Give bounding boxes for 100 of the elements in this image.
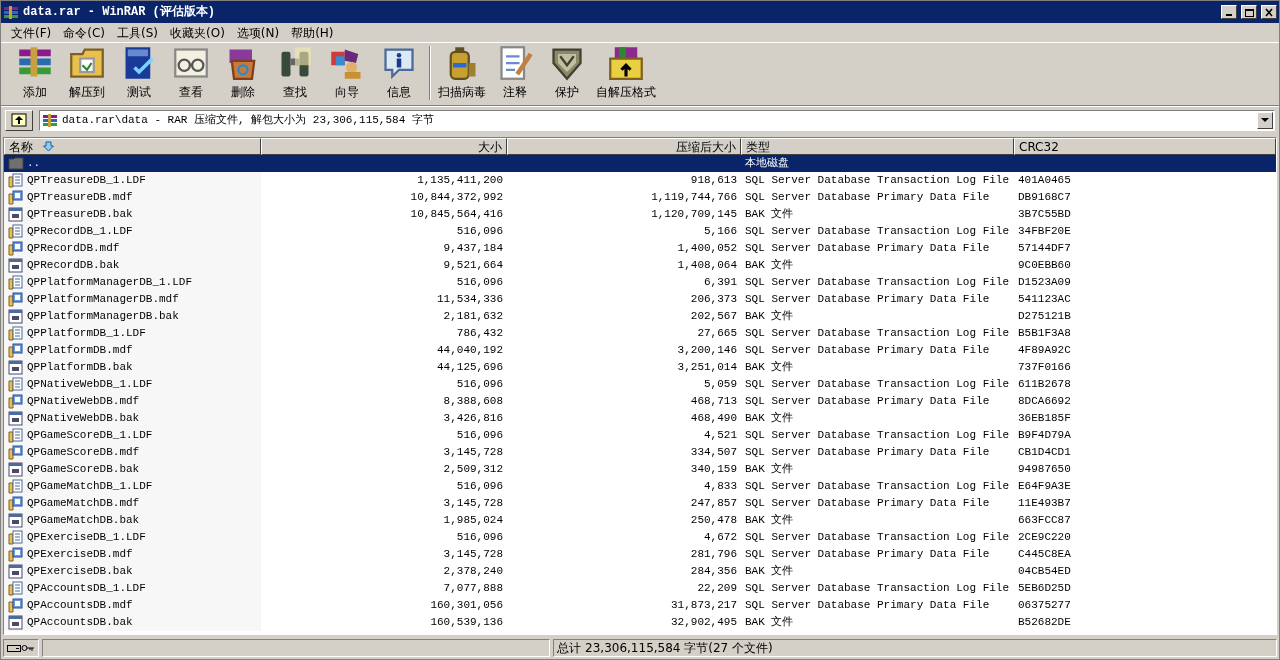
file-row[interactable]: QPAccountsDB.mdf 160,301,056 31,873,217 SQL Server Database Primary Data File 06375277 <box>4 597 1276 614</box>
file-icon <box>8 275 24 290</box>
crc-value: E64F9A3E <box>1018 479 1071 495</box>
file-row[interactable]: .. 本地磁盘 <box>4 155 1276 172</box>
size-value: 3,145,728 <box>443 496 503 512</box>
menu-item[interactable]: 帮助(H) <box>285 23 340 42</box>
file-row[interactable]: QPGameScoreDB_1.LDF 516,096 4,521 SQL Server Database Transaction Log File B9F4D79A <box>4 427 1276 444</box>
toolbar-button[interactable]: 向导 <box>321 45 373 101</box>
box-icon <box>608 45 644 81</box>
toolbar-button[interactable]: 删除 <box>217 45 269 101</box>
file-type: BAK 文件 <box>745 615 794 631</box>
toolbar-button[interactable]: 自解压格式 <box>593 45 659 101</box>
file-row[interactable]: QPGameMatchDB_1.LDF 516,096 4,833 SQL Server Database Transaction Log File E64F9A3E <box>4 478 1276 495</box>
menu-item[interactable]: 收藏夹(O) <box>164 23 231 42</box>
toolbar-button[interactable]: 添加 <box>9 45 61 101</box>
file-row[interactable]: QPExerciseDB.bak 2,378,240 284,356 BAK 文件 04CB54ED <box>4 563 1276 580</box>
column-header[interactable]: 压缩后大小 <box>507 138 741 155</box>
file-name: QPGameMatchDB.bak <box>27 513 140 529</box>
file-row[interactable]: QPPlatformDB.bak 44,125,696 3,251,014 BAK 文件 737F0166 <box>4 359 1276 376</box>
file-row[interactable]: QPRecordDB.mdf 9,437,184 1,400,052 SQL Server Database Primary Data File 57144DF7 <box>4 240 1276 257</box>
size-value: 160,301,056 <box>430 598 503 614</box>
toolbar-button[interactable]: 测试 <box>113 45 165 101</box>
size-value: 9,521,664 <box>443 258 503 274</box>
column-header[interactable]: 大小 <box>261 138 507 155</box>
menu-item[interactable]: 选项(N) <box>230 23 286 42</box>
file-row[interactable]: QPPlatformDB_1.LDF 786,432 27,665 SQL Server Database Transaction Log File B5B1F3A8 <box>4 325 1276 342</box>
file-row[interactable]: QPPlatformManagerDB.mdf 11,534,336 206,373 SQL Server Database Primary Data File 541123AC <box>4 291 1276 308</box>
file-row[interactable]: QPGameScoreDB.bak 2,509,312 340,159 BAK 文件 94987650 <box>4 461 1276 478</box>
document-icon <box>8 207 24 222</box>
size-value: 6,391 <box>704 275 737 291</box>
size-value: 11,534,336 <box>437 292 503 308</box>
menu-item[interactable]: 工具(S) <box>111 23 164 42</box>
file-name: QPPlatformManagerDB.mdf <box>27 292 179 308</box>
file-row[interactable]: QPTreasureDB.bak 10,845,564,416 1,120,709,145 BAK 文件 3B7C55BD <box>4 206 1276 223</box>
size-value: 1,119,744,766 <box>651 190 737 206</box>
toolbar-button[interactable]: 扫描病毒 <box>435 45 489 101</box>
file-row[interactable]: QPGameScoreDB.mdf 3,145,728 334,507 SQL Server Database Primary Data File CB1D4CD1 <box>4 444 1276 461</box>
size-value: 3,145,728 <box>443 547 503 563</box>
toolbar-button[interactable]: 查看 <box>165 45 217 101</box>
size-value: 32,902,495 <box>671 615 737 631</box>
file-row[interactable]: QPNativeWebDB.bak 3,426,816 468,490 BAK 文件 36EB185F <box>4 410 1276 427</box>
maximize-button[interactable] <box>1241 5 1257 19</box>
crc-value: 401A0465 <box>1018 173 1071 189</box>
file-type: SQL Server Database Primary Data File <box>745 343 990 359</box>
file-name: .. <box>27 156 41 172</box>
file-row[interactable]: QPRecordDB_1.LDF 516,096 5,166 SQL Server Database Transaction Log File 34FBF20E <box>4 223 1276 240</box>
toolbar-button[interactable]: 注释 <box>489 45 541 101</box>
size-value: 10,844,372,992 <box>410 190 503 206</box>
up-folder-button[interactable] <box>5 109 33 131</box>
file-row[interactable]: QPTreasureDB.mdf 10,844,372,992 1,119,744,766 SQL Server Database Primary Data File DB9168C7 <box>4 189 1276 206</box>
crc-value: 9C0EBB60 <box>1018 258 1071 274</box>
dropdown-button[interactable] <box>1257 111 1273 129</box>
crc-value: B52682DE <box>1018 615 1071 631</box>
file-row[interactable]: QPAccountsDB.bak 160,539,136 32,902,495 BAK 文件 B52682DE <box>4 614 1276 631</box>
file-row[interactable]: QPGameMatchDB.bak 1,985,024 250,478 BAK 文件 663FCC87 <box>4 512 1276 529</box>
column-header[interactable]: 名称 <box>4 138 261 155</box>
document-icon <box>8 513 24 528</box>
toolbar-button[interactable]: 解压到 <box>61 45 113 101</box>
file-row[interactable]: QPPlatformManagerDB.bak 2,181,632 202,567 BAK 文件 D275121B <box>4 308 1276 325</box>
file-type: SQL Server Database Primary Data File <box>745 547 990 563</box>
size-value: 8,388,608 <box>443 394 503 410</box>
close-button[interactable] <box>1261 5 1277 19</box>
maximize-icon <box>1244 7 1254 17</box>
sort-arrow-icon <box>43 141 54 152</box>
minimize-icon <box>1226 14 1232 16</box>
toolbar-button[interactable]: 查找 <box>269 45 321 101</box>
file-row[interactable]: QPExerciseDB_1.LDF 516,096 4,672 SQL Server Database Transaction Log File 2CE9C220 <box>4 529 1276 546</box>
file-name: QPRecordDB_1.LDF <box>27 224 133 240</box>
crc-value: B9F4D79A <box>1018 428 1071 444</box>
size-value: 918,613 <box>690 173 737 189</box>
file-icon <box>8 241 24 256</box>
file-row[interactable]: QPNativeWebDB_1.LDF 516,096 5,059 SQL Server Database Transaction Log File 611B2678 <box>4 376 1276 393</box>
file-row[interactable]: QPTreasureDB_1.LDF 1,135,411,200 918,613 SQL Server Database Transaction Log File 401A0465 <box>4 172 1276 189</box>
toolbar-button[interactable]: 保护 <box>541 45 593 101</box>
file-row[interactable]: QPNativeWebDB.mdf 8,388,608 468,713 SQL Server Database Primary Data File 8DCA6692 <box>4 393 1276 410</box>
file-row[interactable]: QPGameMatchDB.mdf 3,145,728 247,857 SQL Server Database Primary Data File 11E493B7 <box>4 495 1276 512</box>
drive-icon <box>7 643 21 653</box>
column-header[interactable]: CRC32 <box>1014 138 1276 155</box>
file-icon <box>8 326 24 341</box>
size-value: 1,400,052 <box>677 241 737 257</box>
file-row[interactable]: QPPlatformManagerDB_1.LDF 516,096 6,391 SQL Server Database Transaction Log File D1523A09 <box>4 274 1276 291</box>
file-row[interactable]: QPAccountsDB_1.LDF 7,077,888 22,209 SQL Server Database Transaction Log File 5EB6D25D <box>4 580 1276 597</box>
size-value: 22,209 <box>697 581 737 597</box>
toolbar-button[interactable]: 信息 <box>373 45 425 101</box>
file-icon <box>8 547 24 562</box>
minimize-button[interactable] <box>1221 5 1237 19</box>
file-name: QPNativeWebDB.mdf <box>27 394 140 410</box>
file-row[interactable]: QPPlatformDB.mdf 44,040,192 3,200,146 SQL Server Database Primary Data File 4F89A92C <box>4 342 1276 359</box>
column-header[interactable]: 类型 <box>741 138 1014 155</box>
file-row[interactable]: QPExerciseDB.mdf 3,145,728 281,796 SQL Server Database Primary Data File C445C8EA <box>4 546 1276 563</box>
window-title: data.rar - WinRAR (评估版本) <box>23 4 216 21</box>
menu-item[interactable]: 命令(C) <box>57 23 111 42</box>
file-name: QPTreasureDB.mdf <box>27 190 133 206</box>
file-type: SQL Server Database Primary Data File <box>745 241 990 257</box>
menu-item[interactable]: 文件(F) <box>5 23 58 42</box>
path-combo[interactable]: data.rar\data - RAR 压缩文件, 解包大小为 23,306,115,584 字节 <box>39 109 1275 131</box>
file-name: QPGameMatchDB.mdf <box>27 496 140 512</box>
crc-value: 57144DF7 <box>1018 241 1071 257</box>
file-row[interactable]: QPRecordDB.bak 9,521,664 1,408,064 BAK 文件 9C0EBB60 <box>4 257 1276 274</box>
file-name: QPPlatformDB.mdf <box>27 343 133 359</box>
